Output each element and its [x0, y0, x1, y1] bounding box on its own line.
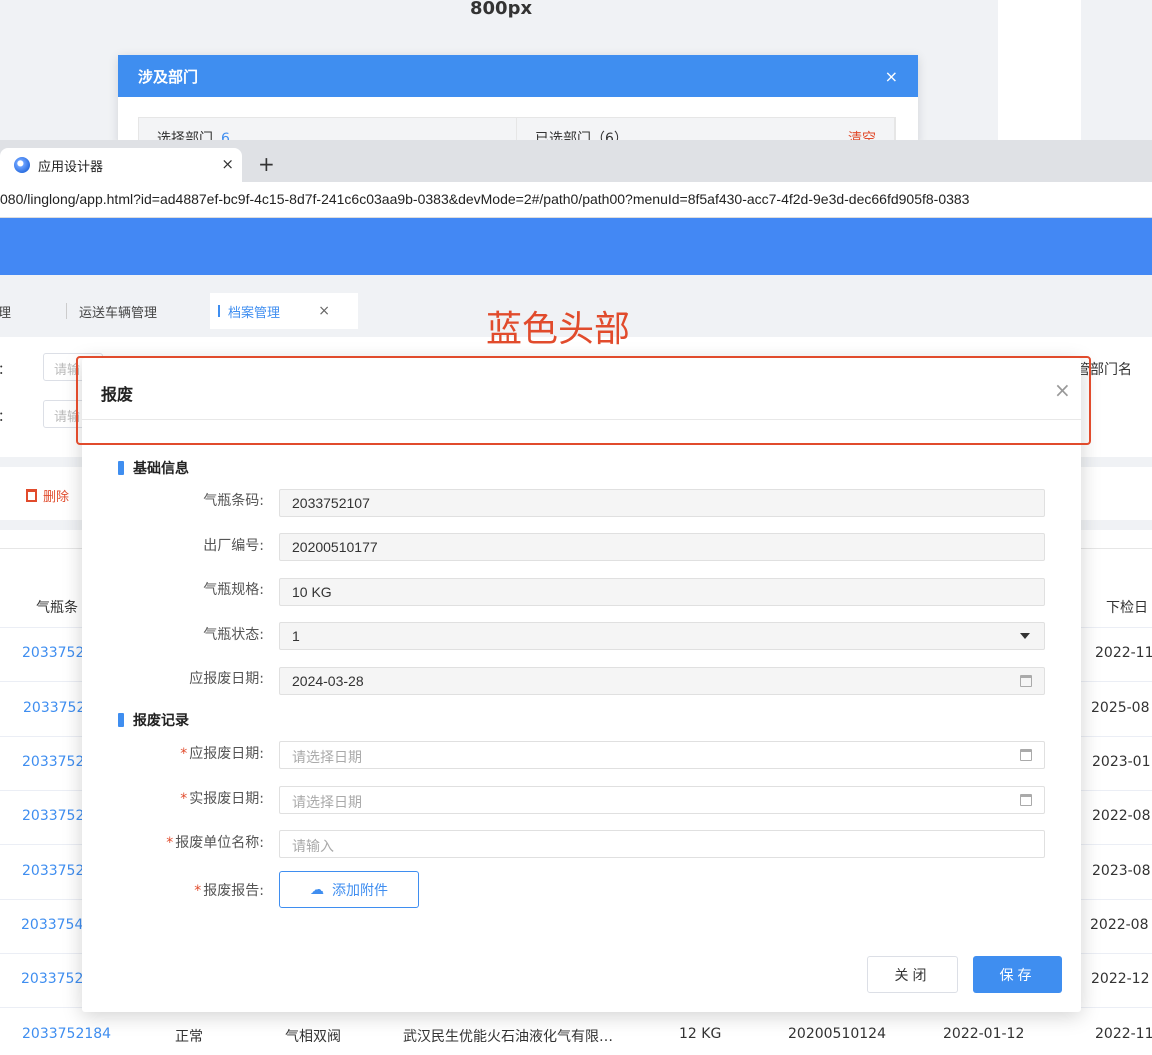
calendar-icon — [1020, 675, 1032, 687]
close-icon[interactable]: × — [885, 67, 898, 86]
close-icon[interactable]: × — [221, 155, 234, 173]
annotation-text: 蓝色头部 — [486, 309, 631, 350]
save-button[interactable]: 保存 — [973, 956, 1062, 993]
column-header-code: 气瓶条 — [36, 600, 78, 616]
cell-date: 2022-08 — [1092, 808, 1151, 824]
tab-cut[interactable]: 理 — [0, 293, 11, 329]
add-attachment-label: 添加附件 — [332, 882, 388, 899]
field-label-text: 实报废日期: — [189, 791, 264, 807]
close-icon[interactable]: × — [318, 303, 330, 319]
browser-tab[interactable]: 应用设计器 × — [0, 148, 242, 182]
scrap-dialog: 报废 × 基础信息 气瓶条码: 2033752107 出厂编号: 2020051… — [82, 358, 1081, 1012]
section-title: 报废记录 — [133, 713, 189, 729]
caret-down-icon — [1020, 633, 1030, 639]
tab-label: 理 — [0, 305, 12, 321]
field-label-text: 报废单位名称: — [175, 835, 264, 851]
browser-tab-strip: 应用设计器 × + — [0, 140, 1152, 182]
status-select-value: 1 — [292, 628, 300, 644]
field-label: 出厂编号: — [203, 538, 264, 554]
field-label-text: 报废报告: — [203, 883, 264, 899]
required-mark: * — [180, 791, 188, 807]
field-label: * 应报废日期: — [82, 743, 264, 763]
field-label: * 实报废日期: — [82, 788, 264, 808]
field-label: * 报废单位名称: — [82, 832, 264, 852]
close-button[interactable]: 关闭 — [867, 956, 958, 993]
app-header — [0, 218, 1152, 275]
tab-archive-management[interactable]: 档案管理 × — [210, 293, 358, 329]
cell-code[interactable]: 2033752184 — [22, 1026, 111, 1042]
scrap-unit-input[interactable]: 请输入 — [279, 830, 1045, 858]
trash-icon — [26, 489, 37, 502]
address-bar[interactable]: 080/linglong/app.html?id=ad4887ef-bc9f-4… — [0, 182, 1152, 218]
section-scrap-record: 报废记录 — [118, 710, 189, 730]
dept-dialog: 涉及部门 × 选择部门 6 已选部门（6） 清空 — [118, 55, 918, 145]
column-header-date: 下检日 — [1106, 600, 1148, 616]
delete-button[interactable]: 删除 — [26, 486, 69, 505]
section-basic-info: 基础信息 — [118, 458, 189, 478]
tab-vehicle-management[interactable]: 运送车辆管理 — [66, 303, 158, 321]
factory-number-field: 20200510177 — [279, 533, 1045, 561]
cell-valve: 气相双阀 — [285, 1029, 341, 1045]
cell-code[interactable]: 2033752 — [22, 863, 84, 879]
date-placeholder: 请选择日期 — [292, 749, 362, 765]
cell-date: 2022-11 — [1095, 1026, 1152, 1042]
cell-code[interactable]: 2033754 — [21, 917, 83, 933]
due-scrap-date-field: 2024-03-28 — [279, 667, 1045, 695]
delete-label: 删除 — [43, 490, 70, 505]
due-scrap-date-value: 2024-03-28 — [292, 673, 364, 689]
barcode-field: 2033752107 — [279, 489, 1045, 517]
tab-label: 档案管理 — [228, 305, 281, 321]
calendar-icon[interactable] — [1020, 794, 1032, 806]
cell-spec: 12 KG — [679, 1026, 722, 1042]
date-placeholder: 请选择日期 — [292, 794, 362, 810]
status-select[interactable]: 1 — [279, 622, 1045, 650]
spec-field: 10 KG — [279, 578, 1045, 606]
section-title: 基础信息 — [133, 461, 189, 477]
cell-status: 正常 — [175, 1029, 203, 1045]
field-label: 气瓶条码: — [203, 493, 264, 509]
cell-date: 2023-08 — [1092, 863, 1151, 879]
size-label: 800px — [470, 0, 533, 19]
field-label-text: 应报废日期: — [189, 746, 264, 762]
cell-date: 2025-08 — [1091, 700, 1150, 716]
cell-company: 武汉民生优能火石油液化气有限… — [403, 1029, 613, 1045]
add-attachment-button[interactable]: ☁ 添加附件 — [279, 871, 419, 908]
field-label: * 报废报告: — [82, 880, 264, 900]
due-scrap-date-picker[interactable]: 请选择日期 — [279, 741, 1045, 769]
filter-label: ： — [0, 359, 11, 378]
app-logo-icon — [14, 157, 30, 173]
dept-dialog-header: 涉及部门 × — [118, 55, 918, 97]
background-page-right — [1081, 0, 1152, 140]
url-text[interactable]: 080/linglong/app.html?id=ad4887ef-bc9f-4… — [0, 191, 969, 207]
cell-code[interactable]: 2033752 — [23, 700, 85, 716]
section-marker — [118, 461, 124, 475]
section-marker — [118, 713, 124, 727]
cell-code[interactable]: 2033752 — [22, 645, 84, 661]
field-label: 应报废日期: — [189, 671, 264, 687]
cloud-upload-icon: ☁ — [310, 881, 324, 898]
calendar-icon[interactable] — [1020, 749, 1032, 761]
browser-tab-title: 应用设计器 — [38, 159, 104, 175]
cell-date: 2022-01-12 — [943, 1026, 1025, 1042]
cell-code[interactable]: 2033752 — [22, 754, 84, 770]
tab-label: 运送车辆管理 — [79, 305, 158, 321]
cell-code[interactable]: 2033752 — [22, 808, 84, 824]
cell-date: 2022-08 — [1090, 917, 1149, 933]
cell-date: 2022-12 — [1091, 971, 1150, 987]
cell-date: 2022-11 — [1095, 645, 1152, 661]
cell-date: 2023-01 — [1092, 754, 1151, 770]
required-mark: * — [194, 883, 202, 899]
actual-scrap-date-picker[interactable]: 请选择日期 — [279, 786, 1045, 814]
active-tab-marker — [218, 305, 220, 317]
field-label: 气瓶状态: — [203, 627, 264, 643]
cell-serial: 20200510124 — [788, 1026, 886, 1042]
dept-dialog-title: 涉及部门 — [138, 67, 199, 86]
cell-code[interactable]: 2033752 — [21, 971, 83, 987]
required-mark: * — [166, 835, 174, 851]
filter-label: ： — [0, 406, 11, 425]
required-mark: * — [180, 746, 188, 762]
new-tab-button[interactable]: + — [258, 152, 275, 176]
annotation-box — [76, 356, 1091, 445]
field-label: 气瓶规格: — [203, 582, 264, 598]
